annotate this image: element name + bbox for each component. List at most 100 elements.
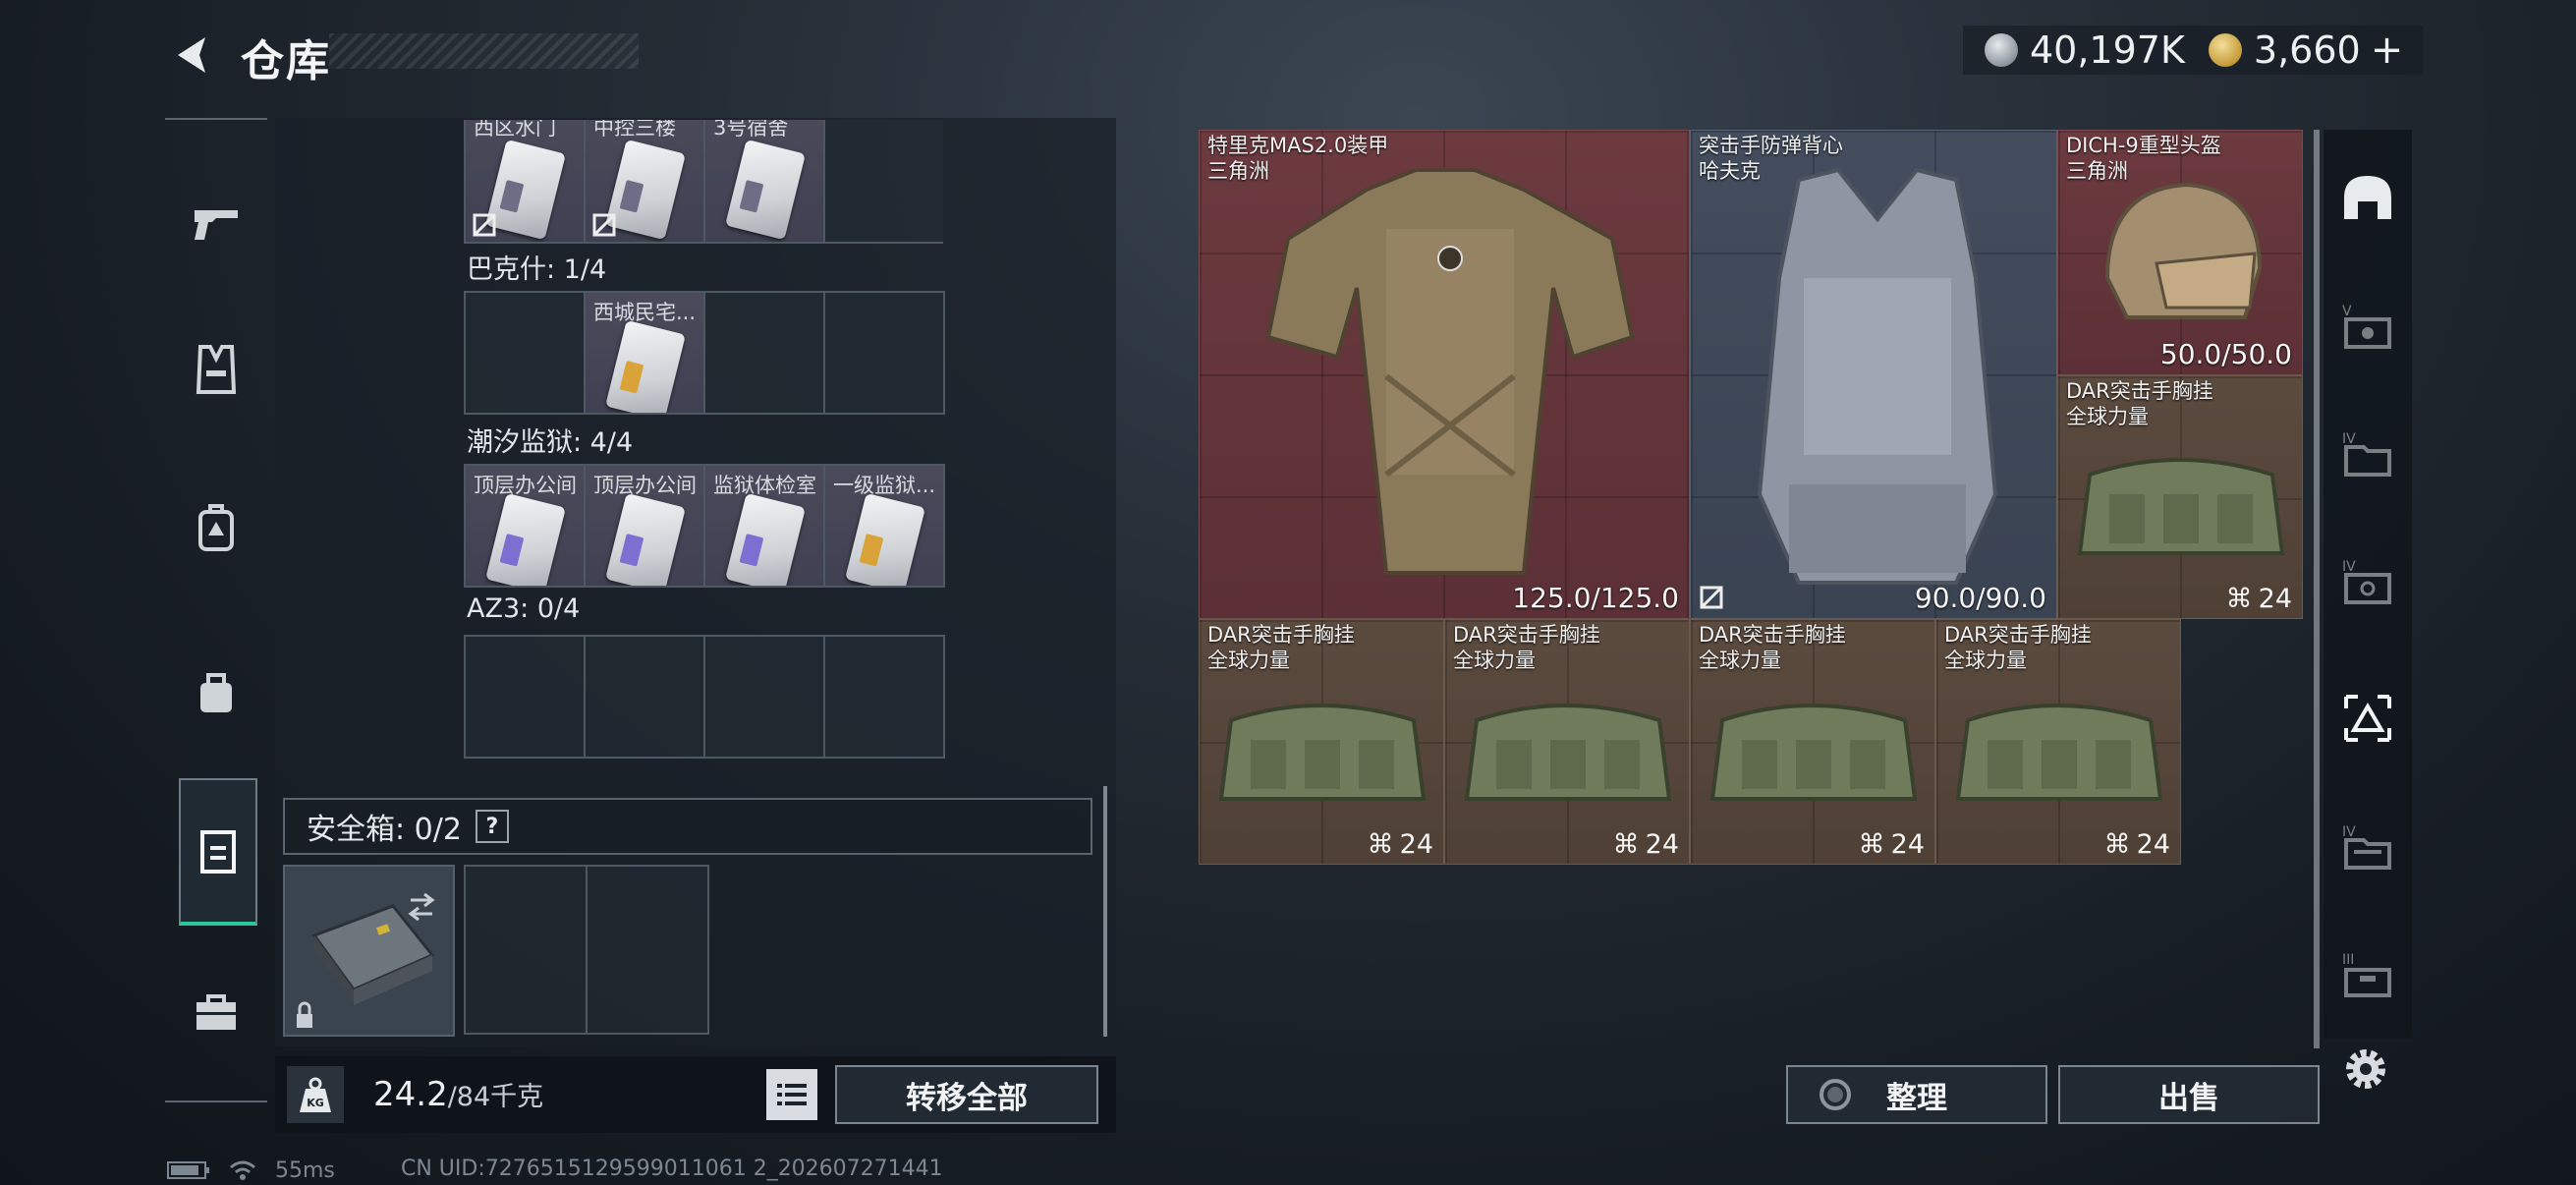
svg-text:IV: IV — [2342, 431, 2356, 447]
key-slot-empty — [823, 291, 945, 415]
bag-icon — [200, 673, 232, 712]
storage-item-helmet[interactable]: DICH-9重型头盔 三角洲 50.0/50.0 — [2057, 130, 2303, 375]
key-slot[interactable]: 西城民宅... — [584, 291, 705, 415]
transfer-all-button[interactable]: 转移全部 — [835, 1065, 1098, 1124]
storage-item-armor[interactable]: 特里克MAS2.0装甲 三角洲 125.0/125.0 — [1199, 130, 1690, 619]
rig-capacity-icon: ⌘ — [1367, 829, 1394, 860]
storage-scrollbar[interactable] — [2314, 130, 2320, 1048]
item-name: 突击手防弹背心 哈夫克 — [1699, 134, 1843, 183]
item-capacity: ⌘ 24 — [1858, 829, 1925, 860]
key-row-2: 顶层办公间 顶层办公间 监狱体检室 一级监狱... — [464, 464, 945, 588]
safe-box-item[interactable] — [283, 865, 455, 1037]
key-slot-empty — [464, 635, 586, 759]
list-icon — [777, 1084, 807, 1105]
storage-tab-iii[interactable]: III — [2339, 945, 2396, 1002]
storage-tab-iv-c[interactable]: IV — [2339, 818, 2396, 875]
key-slot-empty — [703, 635, 825, 759]
item-name: 特里克MAS2.0装甲 三角洲 — [1207, 134, 1389, 183]
storage-tab-iv-b[interactable]: IV — [2339, 552, 2396, 609]
safe-case-icon — [297, 892, 435, 1028]
wifi-icon — [230, 1160, 255, 1180]
group-label-bakhsh: 巴克什: 1/4 — [467, 254, 607, 285]
storage-item-chest-rig[interactable]: DAR突击手胸挂 全球力量 ⌘ 24 — [1444, 619, 1690, 865]
svg-text:V: V — [2342, 304, 2352, 319]
left-scrollbar[interactable] — [1103, 786, 1107, 1037]
item-name: DAR突击手胸挂 全球力量 — [1207, 623, 1355, 672]
add-currency-button[interactable]: + — [2371, 28, 2404, 73]
pistol-icon — [195, 210, 238, 240]
item-name: DAR突击手胸挂 全球力量 — [1453, 623, 1600, 672]
svg-text:III: III — [2342, 952, 2354, 968]
storage-tab-warning[interactable] — [2339, 690, 2396, 747]
key-slot-empty — [584, 635, 705, 759]
weight-icon: KG — [287, 1066, 344, 1123]
storage-item-chest-rig[interactable]: DAR突击手胸挂 全球力量 ⌘ 24 — [1690, 619, 1935, 865]
help-button[interactable]: ? — [475, 810, 509, 843]
svg-text:IV: IV — [2342, 824, 2356, 840]
toolbox-icon — [196, 994, 236, 1030]
item-name: DAR突击手胸挂 全球力量 — [1699, 623, 1846, 672]
tier-iv-case-icon: IV — [2342, 559, 2391, 604]
item-durability: 125.0/125.0 — [1512, 582, 1679, 614]
battery-icon — [167, 1161, 209, 1179]
key-slot[interactable]: 中控三楼 — [584, 120, 705, 244]
storage-item-chest-rig[interactable]: DAR突击手胸挂 全球力量 ⌘ 24 — [1935, 619, 2181, 865]
key-slot[interactable]: 西区水门 — [464, 120, 586, 244]
back-button[interactable] — [162, 28, 221, 83]
armor-image — [1265, 168, 1635, 575]
svg-text:KG: KG — [307, 1097, 324, 1109]
item-capacity: ⌘ 24 — [2103, 829, 2170, 860]
nav-backpack[interactable] — [181, 491, 252, 562]
storage-tab-iv-a[interactable]: IV — [2339, 424, 2396, 481]
item-durability: 90.0/90.0 — [1914, 582, 2046, 614]
keycard-icon — [485, 492, 566, 586]
left-category-nav — [165, 118, 267, 1102]
page-title: 仓库 — [241, 36, 331, 86]
key-slot[interactable]: 一级监狱... — [823, 464, 945, 588]
safe-slot-empty — [464, 865, 588, 1035]
key-slot[interactable]: 顶层办公间 — [464, 464, 586, 588]
keycard-icon — [725, 492, 806, 586]
key-slot-empty — [823, 635, 945, 759]
storage-tab-all[interactable] — [2339, 169, 2396, 226]
keycard-icon — [845, 492, 925, 586]
storage-item-vest[interactable]: 突击手防弹背心 哈夫克 90.0/90.0 — [1690, 130, 2057, 619]
weight-current: 24.2 — [373, 1075, 448, 1114]
nav-keycards[interactable] — [179, 778, 257, 926]
tier-iii-box-icon: III — [2342, 952, 2391, 997]
nav-toolbox[interactable] — [181, 977, 252, 1047]
nav-armor[interactable] — [181, 334, 252, 405]
unusable-icon — [1700, 586, 1723, 609]
chest-rig-image — [1464, 704, 1672, 801]
silver-amount: 40,197K — [2030, 28, 2185, 72]
storage-tab-v[interactable]: V — [2339, 297, 2396, 354]
vest-icon — [196, 345, 237, 394]
storage-item-chest-rig[interactable]: DAR突击手胸挂 全球力量 ⌘ 24 — [2057, 375, 2303, 619]
group-label-az3: AZ3: 0/4 — [467, 593, 581, 624]
key-slot[interactable]: 顶层办公间 — [584, 464, 705, 588]
storage-grid: 特里克MAS2.0装甲 三角洲 125.0/125.0 突击手防弹背心 哈夫克 90… — [1199, 130, 2304, 865]
key-slot[interactable]: 监狱体检室 — [703, 464, 825, 588]
key-slot-empty — [464, 291, 586, 415]
list-view-button[interactable] — [766, 1069, 817, 1120]
storage-item-chest-rig[interactable]: DAR突击手胸挂 全球力量 ⌘ 24 — [1199, 619, 1444, 865]
chest-rig-image — [1218, 704, 1427, 801]
silver-coin-icon — [1985, 33, 2018, 67]
rig-capacity-icon: ⌘ — [1858, 829, 1885, 860]
back-arrow-icon — [178, 37, 205, 73]
safe-slot-empty — [586, 865, 709, 1035]
uid-text: CN UID:7276515129599011061 2_20260727144… — [401, 1157, 943, 1181]
tier-iv-folder-icon: IV — [2342, 431, 2391, 477]
keycard-icon — [485, 139, 566, 241]
key-slot-empty — [703, 291, 825, 415]
sell-button[interactable]: 出售 — [2058, 1065, 2320, 1124]
tier-iv-box-icon: IV — [2342, 824, 2391, 870]
ping-text: 55ms — [275, 1157, 335, 1183]
keycard-icon — [725, 139, 806, 241]
item-capacity: ⌘ 24 — [1612, 829, 1679, 860]
key-slot[interactable]: 3号宿舍 — [703, 120, 825, 244]
nav-bag[interactable] — [181, 656, 252, 727]
chest-rig-image — [1709, 704, 1918, 801]
nav-weapons[interactable] — [181, 189, 252, 259]
settings-gear-icon[interactable] — [2338, 1042, 2393, 1097]
